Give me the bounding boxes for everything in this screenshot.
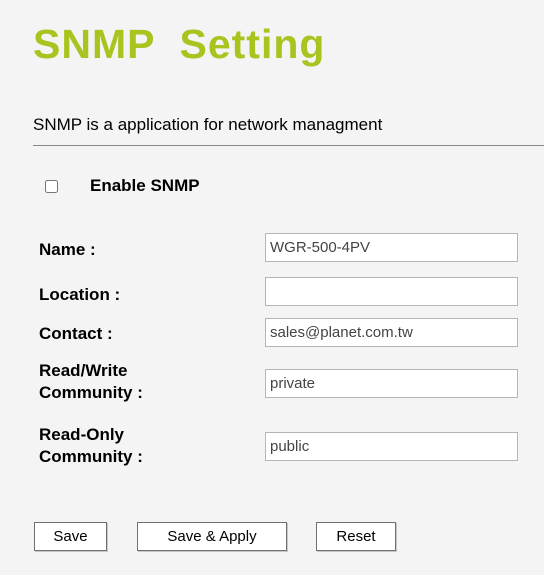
rw-community-label-line2: Community : — [39, 383, 143, 402]
location-label: Location : — [39, 285, 121, 304]
reset-button[interactable]: Reset — [316, 522, 396, 551]
ro-community-label: Read-Only Community : — [39, 424, 143, 468]
ro-community-input[interactable] — [265, 432, 518, 461]
save-apply-button[interactable]: Save & Apply — [137, 522, 287, 551]
location-input[interactable] — [265, 277, 518, 306]
rw-community-label-line1: Read/Write — [39, 361, 128, 380]
enable-snmp-row: Enable SNMP — [45, 172, 200, 200]
rw-community-input[interactable] — [265, 369, 518, 398]
contact-input[interactable] — [265, 318, 518, 347]
page-title: SNMP Setting — [33, 21, 326, 67]
rw-community-label: Read/Write Community : — [39, 360, 143, 404]
save-button[interactable]: Save — [34, 522, 107, 551]
name-label: Name : — [39, 240, 96, 259]
page-description: SNMP is a application for network managm… — [33, 115, 383, 134]
ro-community-label-line1: Read-Only — [39, 425, 125, 444]
contact-label: Contact : — [39, 324, 113, 343]
enable-snmp-label: Enable SNMP — [90, 176, 200, 195]
name-input[interactable] — [265, 233, 518, 262]
divider — [33, 145, 544, 146]
snmp-setting-page: SNMP Setting SNMP is a application for n… — [0, 0, 544, 575]
enable-snmp-checkbox[interactable] — [45, 179, 58, 193]
ro-community-label-line2: Community : — [39, 447, 143, 466]
